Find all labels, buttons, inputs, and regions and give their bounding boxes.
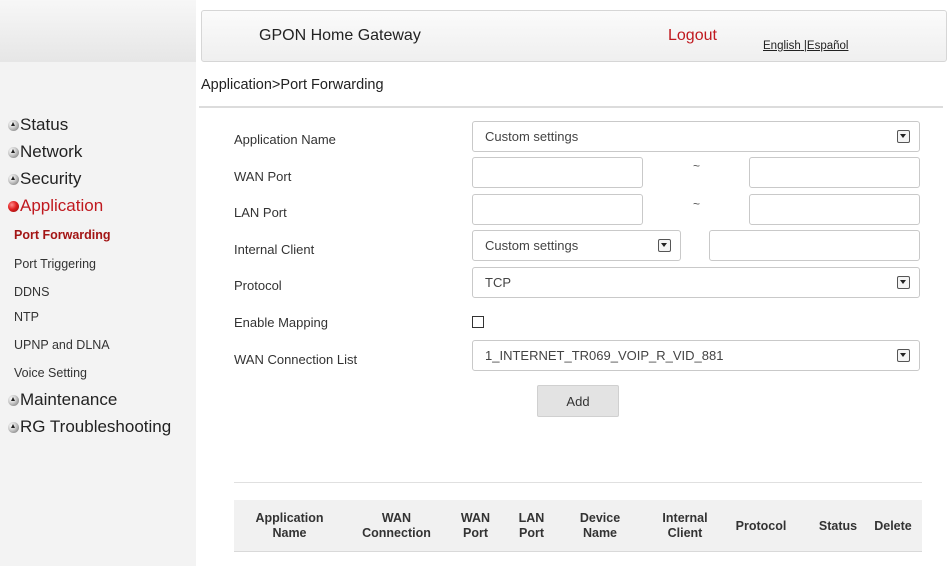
active-bullet-icon	[8, 200, 19, 212]
wan-port-to-input[interactable]	[749, 157, 920, 188]
protocol-label: Protocol	[234, 278, 282, 293]
lan-port-label: LAN Port	[234, 205, 287, 220]
column-lan-port-line1: LAN	[518, 511, 545, 525]
column-wan-port-line1: WAN	[460, 511, 491, 525]
table-divider	[234, 482, 922, 483]
english-link[interactable]: English	[763, 40, 801, 52]
lan-port-from-input[interactable]	[472, 194, 643, 225]
application-name-select[interactable]: Custom settings	[472, 121, 920, 152]
internal-client-value: Custom settings	[485, 238, 579, 253]
wan-connection-value: 1_INTERNET_TR069_VOIP_R_VID_881	[485, 348, 724, 363]
top-header: GPON Home Gateway Logout English |Españo…	[201, 10, 947, 62]
sidebar-header	[0, 0, 196, 62]
submenu-voice-setting[interactable]: Voice Setting	[14, 366, 87, 380]
wan-connection-select[interactable]: 1_INTERNET_TR069_VOIP_R_VID_881	[472, 340, 920, 371]
menu-rg-troubleshooting[interactable]: RG Troubleshooting	[8, 416, 171, 438]
submenu-port-triggering[interactable]: Port Triggering	[14, 257, 96, 271]
column-protocol: Protocol	[735, 518, 787, 533]
wan-port-range-separator: ~	[693, 159, 701, 173]
column-internal-client: Internal Client	[640, 500, 730, 552]
internal-client-select[interactable]: Custom settings	[472, 230, 681, 261]
submenu-upnp-dlna[interactable]: UPNP and DLNA	[14, 338, 110, 352]
language-switcher: English |Español	[763, 40, 848, 52]
menu-status-label: Status	[20, 115, 69, 134]
column-device-name-line2: Name	[582, 526, 618, 540]
chevron-down-icon	[897, 276, 910, 289]
enable-mapping-checkbox[interactable]	[472, 316, 484, 328]
column-device-name: Device Name	[560, 500, 640, 552]
lan-port-range-separator: ~	[693, 197, 701, 211]
column-application-name-line1: Application	[255, 511, 324, 525]
menu-security[interactable]: Security	[8, 168, 81, 190]
divider	[199, 106, 943, 108]
wan-connection-label: WAN Connection List	[234, 352, 358, 367]
add-button[interactable]: Add	[537, 385, 619, 417]
column-application-name: Application Name	[234, 500, 345, 552]
logout-link[interactable]: Logout	[668, 27, 717, 45]
menu-maintenance-label: Maintenance	[20, 390, 118, 409]
espanol-link[interactable]: Español	[807, 40, 849, 52]
column-wan-port: WAN Port	[448, 500, 503, 552]
protocol-value: TCP	[485, 275, 511, 290]
menu-security-label: Security	[20, 169, 82, 188]
port-forwarding-table-header: Application Name WAN Connection WAN Port LA…	[234, 500, 922, 552]
column-wan-connection: WAN Connection	[345, 500, 448, 552]
menu-rg-troubleshooting-label: RG Troubleshooting	[20, 417, 172, 436]
column-status: Status	[818, 518, 858, 533]
expand-bullet-icon	[8, 421, 19, 433]
column-internal-client-line1: Internal	[662, 511, 708, 525]
submenu-ddns[interactable]: DDNS	[14, 285, 49, 299]
application-name-value: Custom settings	[485, 129, 579, 144]
column-lan-port: LAN Port	[503, 500, 560, 552]
app-title: GPON Home Gateway	[259, 27, 421, 44]
menu-application[interactable]: Application	[8, 195, 103, 217]
expand-bullet-icon	[8, 119, 19, 131]
chevron-down-icon	[897, 349, 910, 362]
menu-application-label: Application	[20, 196, 104, 215]
column-application-name-line2: Name	[272, 526, 307, 540]
column-lan-port-line2: Port	[518, 526, 544, 540]
column-wan-port-line2: Port	[462, 526, 488, 540]
column-internal-client-line2: Client	[667, 526, 703, 540]
chevron-down-icon	[658, 239, 671, 252]
wan-port-label: WAN Port	[234, 169, 292, 184]
breadcrumb: Application>Port Forwarding	[201, 77, 384, 93]
internal-client-ip-input[interactable]	[709, 230, 920, 261]
chevron-down-icon	[897, 130, 910, 143]
enable-mapping-label: Enable Mapping	[234, 315, 328, 330]
expand-bullet-icon	[8, 173, 19, 185]
column-wan-connection-line2: Connection	[362, 526, 431, 540]
submenu-port-forwarding[interactable]: Port Forwarding	[14, 228, 111, 242]
column-device-name-line1: Device	[579, 511, 621, 525]
menu-maintenance[interactable]: Maintenance	[8, 389, 117, 411]
menu-network[interactable]: Network	[8, 141, 82, 163]
menu-network-label: Network	[20, 142, 83, 161]
internal-client-label: Internal Client	[234, 242, 315, 257]
expand-bullet-icon	[8, 394, 19, 406]
application-name-label: Application Name	[234, 132, 336, 147]
column-wan-connection-line1: WAN	[381, 511, 412, 525]
submenu-ntp[interactable]: NTP	[14, 310, 39, 324]
expand-bullet-icon	[8, 146, 19, 158]
column-delete: Delete	[874, 518, 912, 533]
menu-status[interactable]: Status	[8, 114, 68, 136]
protocol-select[interactable]: TCP	[472, 267, 920, 298]
wan-port-from-input[interactable]	[472, 157, 643, 188]
lan-port-to-input[interactable]	[749, 194, 920, 225]
